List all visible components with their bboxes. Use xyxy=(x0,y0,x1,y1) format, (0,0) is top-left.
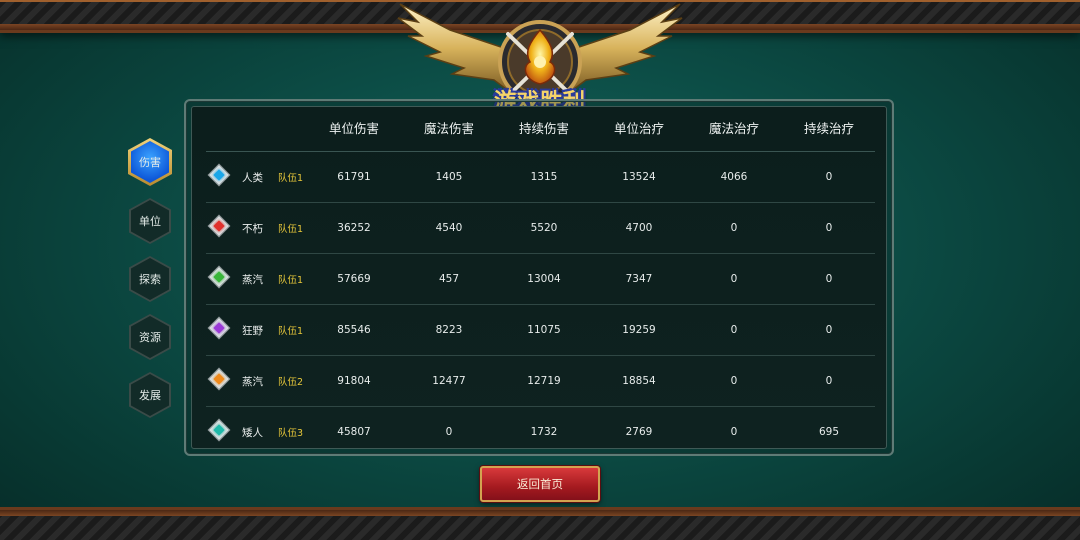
diamond-gem-icon xyxy=(207,265,231,289)
stat-value: 457 xyxy=(438,273,460,285)
stat-value: 13004 xyxy=(527,273,561,285)
stat-value: 2769 xyxy=(625,426,653,438)
column-header: 持续治疗 xyxy=(803,121,854,136)
table-row: 狂野 队伍1 85546 8223 11075 19259 0 0 xyxy=(206,305,875,356)
stat-value: 45807 xyxy=(337,426,371,438)
table-row: 不朽 队伍1 36252 4540 5520 4700 0 0 xyxy=(206,203,875,254)
stat-value: 695 xyxy=(818,426,840,438)
team-name: 队伍1 xyxy=(278,224,304,235)
stat-value: 0 xyxy=(825,375,833,387)
stat-value: 11075 xyxy=(527,324,561,336)
table-row: 矮人 队伍3 45807 0 1732 2769 0 695 xyxy=(206,407,875,457)
stat-value: 57669 xyxy=(337,273,371,285)
stat-value: 0 xyxy=(730,375,738,387)
stat-value: 0 xyxy=(825,171,833,183)
stat-value: 0 xyxy=(730,324,738,336)
table-row: 蒸汽 队伍1 57669 457 13004 7347 0 0 xyxy=(206,254,875,305)
column-header: 单位治疗 xyxy=(613,121,664,136)
stat-value: 5520 xyxy=(530,222,558,234)
stat-value: 0 xyxy=(730,273,738,285)
stat-value: 85546 xyxy=(337,324,371,336)
stat-value: 61791 xyxy=(337,171,371,183)
column-header: 持续伤害 xyxy=(518,121,569,136)
stat-value: 0 xyxy=(730,426,738,438)
team-name: 队伍1 xyxy=(278,275,304,286)
diamond-gem-icon xyxy=(207,418,231,442)
column-header: 魔法治疗 xyxy=(708,121,759,136)
stat-value: 18854 xyxy=(622,375,656,387)
tab-damage[interactable]: 伤害 xyxy=(128,138,172,186)
table-header: 单位伤害 魔法伤害 持续伤害 单位治疗 魔法治疗 持续治疗 xyxy=(206,104,875,152)
stat-value: 4066 xyxy=(720,171,748,183)
stat-value: 1732 xyxy=(530,426,558,438)
race-name: 人类 xyxy=(242,171,263,184)
race-name: 蒸汽 xyxy=(242,375,263,388)
stat-value: 0 xyxy=(825,324,833,336)
diamond-gem-icon xyxy=(207,367,231,391)
stat-value: 19259 xyxy=(622,324,656,336)
stat-value: 0 xyxy=(445,426,453,438)
stat-value: 0 xyxy=(825,273,833,285)
stat-value: 91804 xyxy=(337,375,371,387)
stat-value: 12719 xyxy=(527,375,561,387)
column-header: 魔法伤害 xyxy=(423,121,474,136)
stat-value: 7347 xyxy=(625,273,653,285)
diamond-gem-icon xyxy=(207,316,231,340)
table-row: 人类 队伍1 61791 1405 1315 13524 4066 0 xyxy=(206,152,875,203)
return-home-button[interactable]: 返回首页 xyxy=(480,466,600,502)
stat-value: 13524 xyxy=(622,171,656,183)
stat-value: 8223 xyxy=(435,324,463,336)
stat-category-tabs: 伤害 单位 探索 资源 发展 xyxy=(128,138,174,430)
stat-value: 4700 xyxy=(625,222,653,234)
tab-development[interactable]: 发展 xyxy=(129,372,171,418)
column-header: 单位伤害 xyxy=(328,121,379,136)
team-name: 队伍1 xyxy=(278,326,304,337)
team-name: 队伍3 xyxy=(278,428,304,439)
stat-value: 12477 xyxy=(432,375,466,387)
stat-value: 0 xyxy=(825,222,833,234)
stat-value: 0 xyxy=(730,222,738,234)
race-name: 不朽 xyxy=(242,222,263,235)
table-row: 蒸汽 队伍2 91804 12477 12719 18854 0 0 xyxy=(206,356,875,407)
stat-value: 36252 xyxy=(337,222,371,234)
tab-resources[interactable]: 资源 xyxy=(129,314,171,360)
tab-units[interactable]: 单位 xyxy=(129,198,171,244)
stat-value: 1315 xyxy=(530,171,558,183)
stat-value: 4540 xyxy=(435,222,463,234)
stat-value: 1405 xyxy=(435,171,463,183)
tab-exploration[interactable]: 探索 xyxy=(129,256,171,302)
diamond-gem-icon xyxy=(207,163,231,187)
race-name: 矮人 xyxy=(242,426,263,439)
bottom-border xyxy=(0,507,1080,540)
team-name: 队伍2 xyxy=(278,377,304,388)
race-name: 蒸汽 xyxy=(242,273,263,286)
diamond-gem-icon xyxy=(207,214,231,238)
race-name: 狂野 xyxy=(242,324,263,337)
team-name: 队伍1 xyxy=(278,173,304,184)
